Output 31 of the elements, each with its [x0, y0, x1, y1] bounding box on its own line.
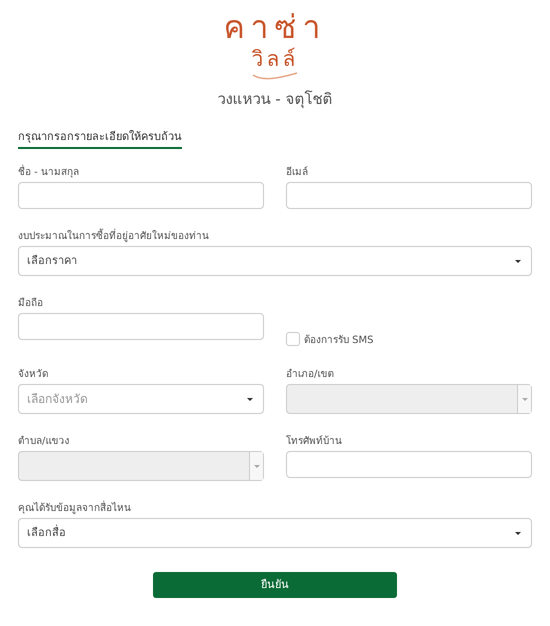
caret-icon: [515, 532, 521, 534]
select-placeholder: เลือกจังหวัด: [27, 391, 89, 408]
caret-icon: [522, 398, 528, 400]
input-field[interactable]: [286, 182, 532, 209]
form-heading: กรุณากรอกรายละเอียดให้ครบถ้วน: [18, 128, 182, 149]
select-value: เลือกสื่อ: [27, 524, 67, 541]
select-field[interactable]: เลือกราคา: [18, 246, 532, 276]
caret-icon: [515, 260, 521, 262]
field-label: คุณได้รับข้อมูลจากสื่อไหน: [18, 503, 532, 515]
caret-icon: [254, 464, 260, 468]
submit-button[interactable]: ยืนยัน: [153, 572, 397, 598]
field-label: โทรศัพท์บ้าน: [286, 436, 343, 448]
logo-subtitle: วิลล์: [252, 46, 298, 72]
field-label: อำเภอ/เขต: [286, 369, 334, 381]
field-label: ตำบล/แขวง: [18, 436, 70, 448]
checkbox-label: ต้องการรับ SMS: [304, 336, 374, 346]
caret-icon: [247, 398, 253, 400]
field-label: มือถือ: [18, 298, 44, 310]
input-field[interactable]: [18, 182, 264, 209]
select-field[interactable]: เลือกสื่อ: [18, 518, 532, 548]
field-label: จังหวัด: [18, 369, 49, 381]
field-label: ชื่อ - นามสกุล: [18, 167, 264, 179]
input-field[interactable]: [18, 313, 264, 340]
sms-checkbox[interactable]: [286, 332, 300, 346]
project-location: วงแหวน - จตุโชติ: [218, 89, 332, 110]
input-field[interactable]: [286, 451, 532, 478]
swoosh-icon: [252, 72, 298, 80]
field-label: อีเมล์: [286, 167, 309, 179]
logo-title: คาซ่า: [224, 8, 326, 46]
select-value: เลือกราคา: [27, 252, 78, 269]
field-label: งบประมาณในการซื้อที่อยู่อาศัยใหม่ของท่าน: [18, 231, 532, 243]
